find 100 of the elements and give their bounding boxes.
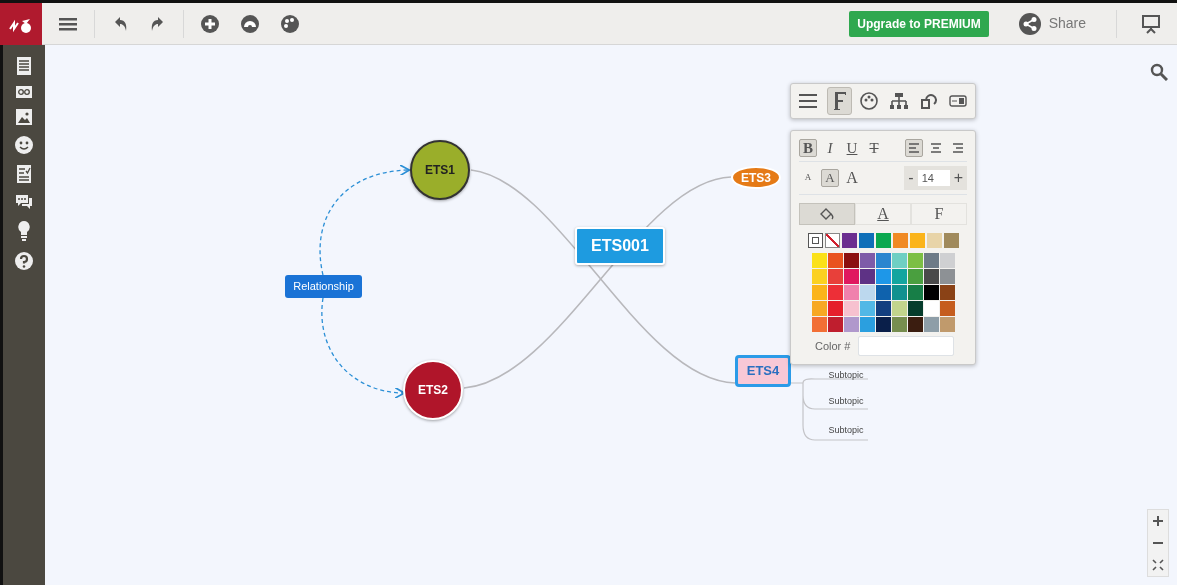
color-swatch[interactable] bbox=[843, 317, 859, 332]
subtopic-label[interactable]: Subtopic bbox=[818, 394, 874, 410]
subtopic-label[interactable]: Subtopic bbox=[818, 423, 874, 439]
color-swatch[interactable] bbox=[811, 285, 827, 300]
color-swatch[interactable] bbox=[811, 253, 827, 268]
color-swatch[interactable] bbox=[875, 269, 891, 284]
color-tab[interactable]: A bbox=[855, 203, 911, 225]
align-left-icon bbox=[908, 142, 920, 154]
color-swatch[interactable] bbox=[859, 269, 875, 284]
color-swatch[interactable] bbox=[824, 233, 840, 248]
color-swatch[interactable] bbox=[858, 233, 874, 248]
color-label: Color # bbox=[815, 338, 851, 354]
color-swatch[interactable] bbox=[891, 285, 907, 300]
color-swatch[interactable] bbox=[907, 269, 923, 284]
color-swatch[interactable] bbox=[843, 253, 859, 268]
color-swatch[interactable] bbox=[811, 301, 827, 316]
color-swatch[interactable] bbox=[811, 317, 827, 332]
hierarchy-icon bbox=[889, 93, 908, 109]
color-swatch[interactable] bbox=[843, 301, 859, 316]
color-swatch[interactable] bbox=[923, 253, 939, 268]
color-swatch[interactable] bbox=[907, 317, 923, 332]
help-icon[interactable] bbox=[15, 252, 33, 270]
color-swatch[interactable] bbox=[841, 233, 857, 248]
color-swatch[interactable] bbox=[875, 253, 891, 268]
font-size-button[interactable]: A bbox=[799, 169, 817, 187]
color-swatch[interactable] bbox=[891, 301, 907, 316]
label-icon bbox=[949, 95, 968, 107]
color-swatch[interactable] bbox=[827, 317, 843, 332]
style-button[interactable]: B bbox=[799, 139, 817, 157]
font-size-button[interactable]: A bbox=[843, 169, 861, 187]
style-button[interactable]: U bbox=[843, 139, 861, 157]
align-button[interactable] bbox=[905, 139, 923, 157]
list-icon bbox=[798, 93, 817, 109]
subtopic-label[interactable]: Subtopic bbox=[818, 368, 874, 384]
color-swatch[interactable] bbox=[843, 269, 859, 284]
smiley-icon[interactable] bbox=[15, 136, 33, 154]
topic-node[interactable]: ETS1 bbox=[410, 140, 470, 200]
color-swatch[interactable] bbox=[859, 317, 875, 332]
increase-button[interactable]: + bbox=[949, 166, 967, 190]
align-center-icon bbox=[930, 142, 942, 154]
color-swatch[interactable] bbox=[923, 285, 939, 300]
color-swatch[interactable] bbox=[909, 233, 925, 248]
color-swatch[interactable] bbox=[907, 253, 923, 268]
color-tab[interactable]: F bbox=[911, 203, 967, 225]
style-button[interactable]: T bbox=[865, 139, 883, 157]
link-icon[interactable] bbox=[16, 86, 32, 98]
color-swatch[interactable] bbox=[907, 285, 923, 300]
plus-icon bbox=[1153, 516, 1163, 526]
palette-icon bbox=[860, 92, 879, 110]
color-swatch[interactable] bbox=[923, 317, 939, 332]
color-swatch[interactable] bbox=[939, 301, 955, 316]
font-tab[interactable] bbox=[826, 87, 853, 115]
color-swatch[interactable] bbox=[859, 285, 875, 300]
color-swatch[interactable] bbox=[939, 269, 955, 284]
color-swatch[interactable] bbox=[875, 285, 891, 300]
color-swatch[interactable] bbox=[939, 317, 955, 332]
color-swatch[interactable] bbox=[807, 233, 823, 248]
checklist-icon[interactable] bbox=[17, 165, 31, 183]
color-swatch[interactable] bbox=[939, 253, 955, 268]
color-swatch[interactable] bbox=[827, 301, 843, 316]
paint-bucket-icon bbox=[819, 207, 835, 221]
font-size-button[interactable]: A bbox=[821, 169, 839, 187]
color-swatch[interactable] bbox=[859, 253, 875, 268]
color-swatch[interactable] bbox=[923, 269, 939, 284]
color-swatch[interactable] bbox=[859, 301, 875, 316]
share-button[interactable]: Share bbox=[1012, 8, 1092, 39]
lightbulb-icon[interactable] bbox=[18, 221, 30, 241]
color-tab[interactable] bbox=[799, 203, 855, 225]
color-swatch[interactable] bbox=[875, 317, 891, 332]
list-icon[interactable] bbox=[17, 57, 31, 75]
font-size-field[interactable]: 14 bbox=[917, 169, 950, 187]
color-swatch[interactable] bbox=[891, 253, 907, 268]
comments-icon[interactable] bbox=[15, 194, 33, 210]
font-icon bbox=[831, 91, 848, 111]
color-swatch[interactable] bbox=[939, 285, 955, 300]
color-swatch[interactable] bbox=[875, 233, 891, 248]
search-icon[interactable] bbox=[1150, 63, 1168, 81]
color-swatch[interactable] bbox=[843, 285, 859, 300]
style-button[interactable]: I bbox=[821, 139, 839, 157]
color-hex-field[interactable] bbox=[858, 336, 955, 356]
color-swatch[interactable] bbox=[892, 233, 908, 248]
color-swatch[interactable] bbox=[827, 269, 843, 284]
color-swatch[interactable] bbox=[811, 269, 827, 284]
topic-node[interactable]: ETS2 bbox=[403, 360, 463, 420]
relationship-label[interactable]: Relationship bbox=[285, 275, 362, 298]
color-swatch[interactable] bbox=[943, 233, 959, 248]
color-swatch[interactable] bbox=[926, 233, 942, 248]
align-right-icon bbox=[952, 142, 964, 154]
color-swatch[interactable] bbox=[923, 301, 939, 316]
color-swatch[interactable] bbox=[891, 317, 907, 332]
decrease-button[interactable]: - bbox=[904, 166, 918, 190]
color-swatch[interactable] bbox=[907, 301, 923, 316]
shape-icon bbox=[920, 93, 937, 109]
share-icon bbox=[1018, 12, 1041, 35]
color-swatch[interactable] bbox=[827, 285, 843, 300]
image-icon[interactable] bbox=[16, 109, 32, 125]
logo-icon[interactable] bbox=[0, 2, 42, 45]
color-swatch[interactable] bbox=[827, 253, 843, 268]
color-swatch[interactable] bbox=[891, 269, 907, 284]
color-swatch[interactable] bbox=[875, 301, 891, 316]
